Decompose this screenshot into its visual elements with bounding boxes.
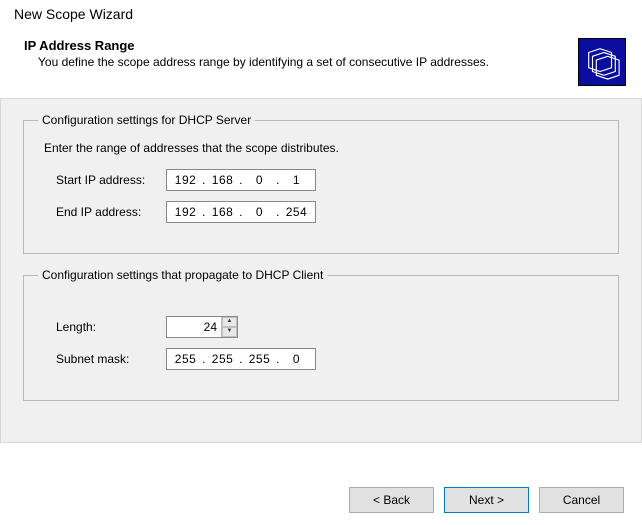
end-ip-label: End IP address: [56,205,166,219]
start-ip-row: Start IP address: 192. 168. 0. 1 [38,169,604,191]
spin-up-icon[interactable]: ▲ [222,317,237,327]
server-intro-text: Enter the range of addresses that the sc… [44,141,604,155]
length-spinner[interactable]: 24 ▲ ▼ [166,316,238,338]
client-settings-group: Configuration settings that propagate to… [23,268,619,401]
length-row: Length: 24 ▲ ▼ [38,316,604,338]
wizard-icon [578,38,626,86]
next-button[interactable]: Next > [444,487,529,513]
window-title: New Scope Wizard [0,0,642,30]
mask-row: Subnet mask: 255. 255. 255. 0 [38,348,604,370]
length-label: Length: [56,320,166,334]
mask-label: Subnet mask: [56,352,166,366]
spin-down-icon[interactable]: ▼ [222,327,237,337]
length-value[interactable]: 24 [167,317,221,337]
content-area: Configuration settings for DHCP Server E… [0,98,642,443]
end-ip-input[interactable]: 192. 168. 0. 254 [166,201,316,223]
button-bar: < Back Next > Cancel [349,487,624,513]
back-button[interactable]: < Back [349,487,434,513]
wizard-window: New Scope Wizard IP Address Range You de… [0,0,642,525]
server-settings-legend: Configuration settings for DHCP Server [38,113,255,127]
start-ip-label: Start IP address: [56,173,166,187]
server-settings-group: Configuration settings for DHCP Server E… [23,113,619,254]
client-settings-legend: Configuration settings that propagate to… [38,268,327,282]
cancel-button[interactable]: Cancel [539,487,624,513]
page-title: IP Address Range [24,38,568,53]
wizard-header: IP Address Range You define the scope ad… [0,30,642,98]
start-ip-input[interactable]: 192. 168. 0. 1 [166,169,316,191]
subnet-mask-input[interactable]: 255. 255. 255. 0 [166,348,316,370]
end-ip-row: End IP address: 192. 168. 0. 254 [38,201,604,223]
page-description: You define the scope address range by id… [24,55,568,69]
